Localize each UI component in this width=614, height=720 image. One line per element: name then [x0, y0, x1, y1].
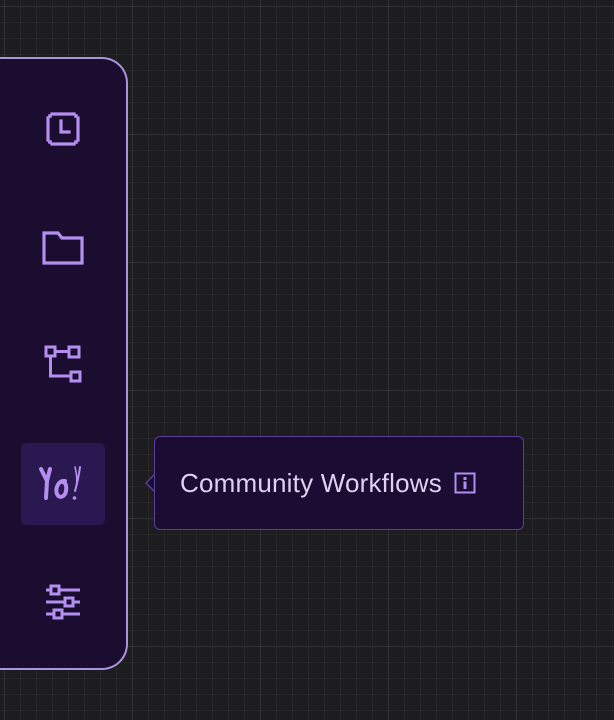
sidebar-item-settings[interactable]: [21, 561, 105, 643]
info-icon[interactable]: [454, 472, 476, 494]
clock-icon: [45, 111, 81, 147]
tooltip: Community Workflows: [154, 436, 524, 530]
workflow-icon: [44, 345, 82, 383]
tooltip-label: Community Workflows: [180, 467, 442, 498]
sidebar-item-community[interactable]: [21, 443, 105, 525]
sidebar-item-files[interactable]: [21, 207, 105, 289]
sidebar-item-history[interactable]: [21, 88, 105, 170]
sidebar: [0, 57, 128, 670]
sidebar-item-workflows[interactable]: [21, 323, 105, 405]
folder-icon: [42, 231, 84, 265]
yo-logo-icon: [38, 463, 88, 505]
sliders-icon: [44, 583, 82, 621]
